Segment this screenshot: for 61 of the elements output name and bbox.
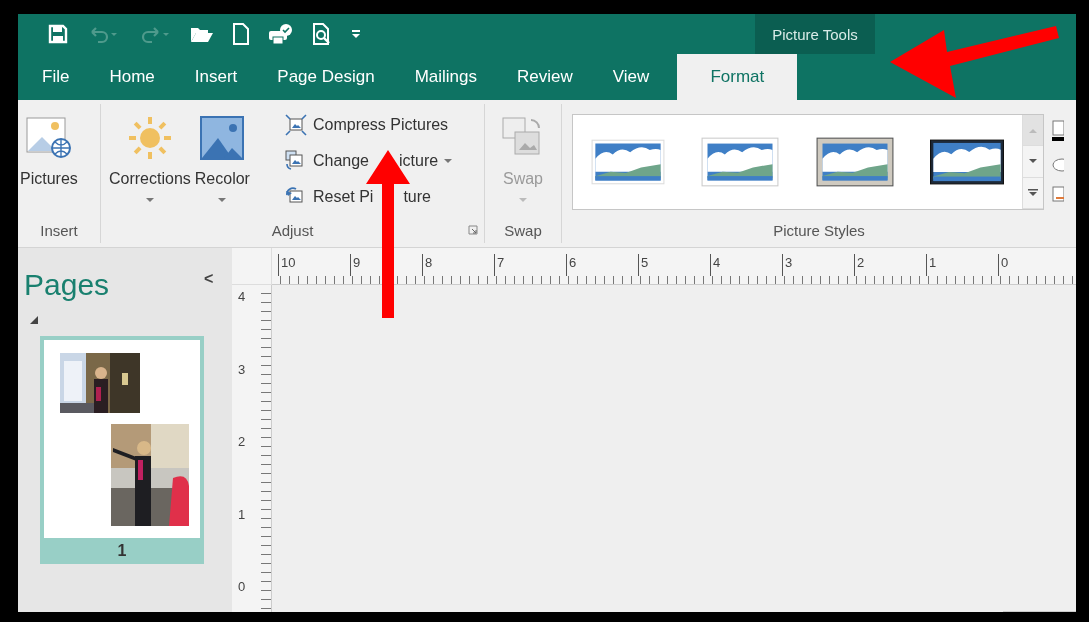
effects-icon[interactable]	[1052, 156, 1064, 172]
ruler-number: 8	[422, 254, 494, 276]
ribbon-button-label[interactable]: ture	[403, 188, 431, 206]
ruler-number: 1	[237, 506, 247, 524]
customize-icon[interactable]	[350, 28, 362, 40]
ribbon-tab[interactable]: Format	[677, 54, 798, 100]
ribbon-tab[interactable]: Review	[501, 54, 597, 100]
ruler-number: 0	[998, 254, 1070, 276]
picture-style-thumbnail[interactable]	[815, 137, 894, 187]
caret-icon[interactable]	[444, 159, 453, 163]
ribbon-tab[interactable]: View	[596, 54, 674, 100]
dialog-launcher-icon[interactable]	[468, 225, 478, 235]
ribbon-button-label[interactable]: icture	[399, 152, 439, 170]
sun-icon	[127, 116, 172, 160]
expand-triangle-icon[interactable]	[30, 316, 38, 324]
border-icon[interactable]	[1052, 120, 1064, 142]
recolor-button[interactable]: Recolor	[192, 108, 252, 206]
group-label: Picture Styles	[772, 220, 866, 241]
ribbon-tab[interactable]: Page Design	[261, 54, 399, 100]
ruler-number: 0	[237, 579, 247, 596]
compress-icon	[284, 114, 307, 136]
ruler-number: 4	[710, 254, 782, 276]
ruler-number: 6	[566, 254, 638, 276]
ruler-number: 2	[237, 434, 247, 451]
picture-style-thumbnail[interactable]	[929, 138, 1004, 186]
page-thumbnail[interactable]: 1	[40, 336, 204, 564]
landscape-icon	[200, 116, 245, 160]
ribbon-tab[interactable]: Home	[93, 54, 179, 100]
printer-icon[interactable]	[268, 23, 294, 45]
pictures-button[interactable]: Pictures	[18, 108, 80, 192]
up-arrow-icon	[1029, 127, 1037, 133]
ribbon-button-label[interactable]: Compress Pictures	[312, 116, 449, 134]
save-icon[interactable]	[48, 24, 68, 44]
ribbon-tab[interactable]: File	[26, 54, 94, 100]
ribbon-tab[interactable]: Insert	[178, 54, 262, 100]
ruler-number: 1	[926, 254, 998, 276]
corrections-button[interactable]: Corrections	[107, 108, 193, 206]
more-button[interactable]	[1023, 177, 1043, 209]
down-arrow-icon	[1029, 159, 1037, 164]
group-label: Swap	[503, 220, 543, 241]
ribbon-button-label[interactable]: Change	[312, 152, 369, 170]
group-label: Insert	[39, 220, 79, 241]
ribbon-tab[interactable]: Mailings	[398, 54, 501, 100]
ruler-number: 2	[854, 254, 926, 276]
contextual-tab-label: Picture Tools	[755, 14, 875, 54]
ruler-number: 3	[782, 254, 854, 276]
ruler-number: 3	[237, 361, 247, 379]
pane-title: Pages	[24, 268, 110, 302]
collapse-button[interactable]: <	[204, 270, 214, 288]
more-icon	[1028, 188, 1038, 197]
new-page-icon[interactable]	[232, 23, 250, 45]
layout-icon[interactable]	[1052, 186, 1064, 202]
page-number: 1	[117, 541, 127, 561]
ruler-number: 5	[638, 254, 710, 276]
online-picture-icon	[24, 116, 73, 160]
ruler-number: 10	[278, 254, 350, 276]
print-preview-icon[interactable]	[312, 23, 332, 45]
ruler-number: 4	[237, 289, 247, 306]
ribbon-button-label[interactable]: Reset Pi	[312, 188, 374, 206]
ruler-number: 7	[494, 254, 566, 276]
group-label: Adjust	[271, 221, 314, 239]
